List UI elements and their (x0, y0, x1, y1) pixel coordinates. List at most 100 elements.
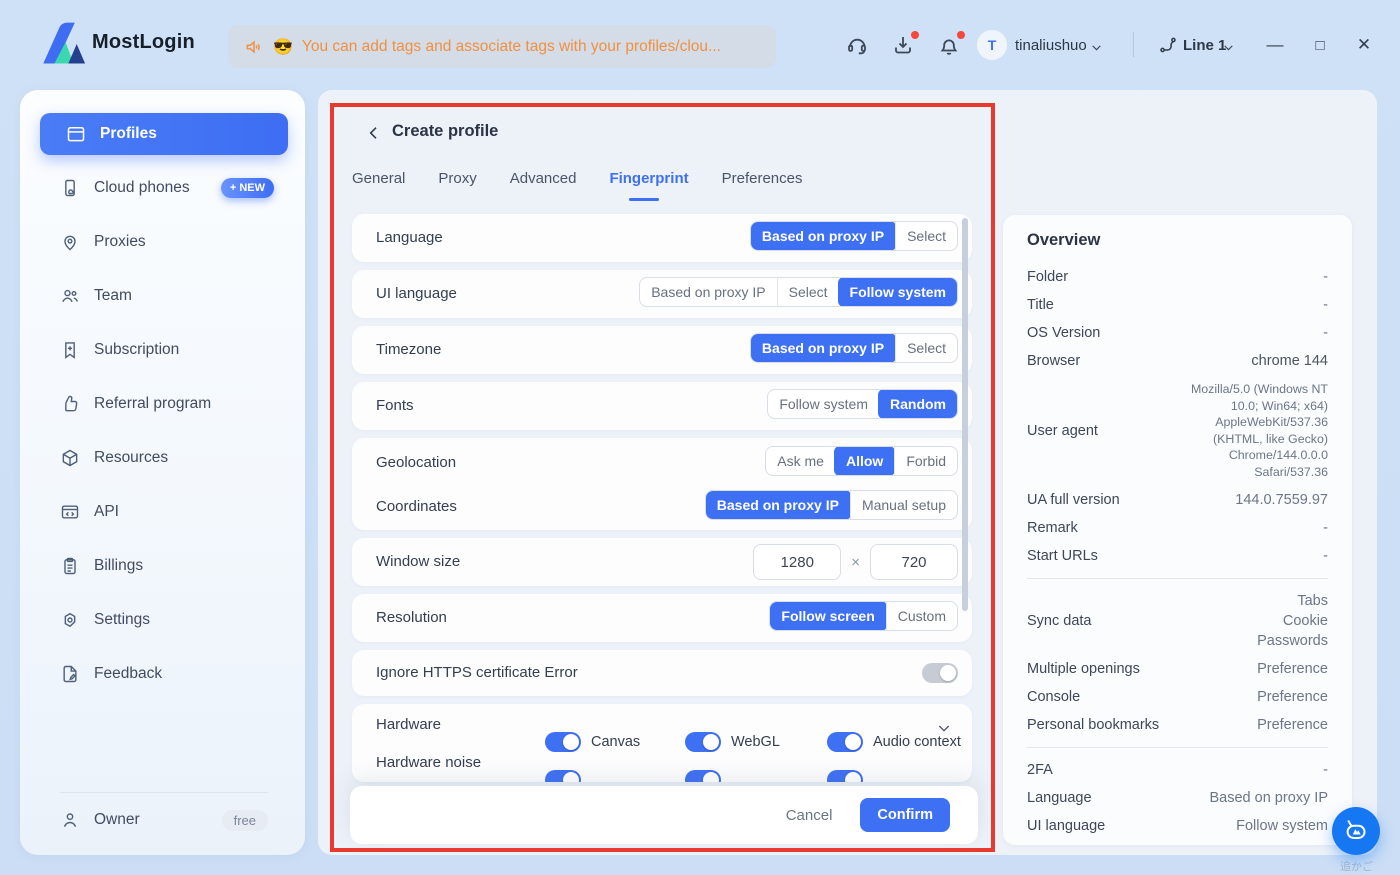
option-custom[interactable]: Custom (886, 602, 957, 630)
sidebar-item-settings[interactable]: Settings (34, 599, 291, 641)
row-geolocation: Geolocation Ask me Allow Forbid Coordina… (352, 438, 972, 530)
overview-row-folder: Folder- (1027, 263, 1328, 291)
sidebar-item-resources[interactable]: Resources (34, 437, 291, 479)
maximize-button[interactable]: □ (1307, 33, 1333, 57)
close-button[interactable]: ✕ (1351, 33, 1377, 57)
option-ask-me[interactable]: Ask me (766, 447, 835, 475)
chat-fab-button[interactable] (1332, 807, 1380, 855)
sidebar-item-subscription[interactable]: Subscription (34, 329, 291, 371)
option-select[interactable]: Select (895, 334, 957, 362)
sidebar-divider (60, 792, 268, 793)
option-random[interactable]: Random (878, 389, 958, 419)
sidebar-item-billings[interactable]: Billings (34, 545, 291, 587)
tab-fingerprint[interactable]: Fingerprint (609, 170, 688, 187)
overview-title: Overview (1027, 231, 1328, 250)
option-based-on-proxy-ip[interactable]: Based on proxy IP (705, 490, 851, 520)
field-label: Geolocation (376, 454, 456, 471)
back-chevron-icon[interactable] (366, 125, 382, 141)
sidebar-item-label: Feedback (94, 665, 162, 683)
audio-context-toggle[interactable] (827, 732, 863, 752)
sidebar-item-label: Team (94, 287, 132, 305)
sidebar-item-feedback[interactable]: Feedback (34, 653, 291, 695)
resolution-segmented-control: Follow screen Custom (769, 601, 958, 631)
sidebar-item-api[interactable]: API (34, 491, 291, 533)
row-label: User agent (1027, 423, 1098, 439)
option-follow-screen[interactable]: Follow screen (769, 601, 886, 631)
option-select[interactable]: Select (777, 278, 839, 306)
row-fonts: Fonts Follow system Random (352, 382, 972, 430)
download-notification-dot (911, 31, 919, 39)
sidebar-item-label: Cloud phones (94, 179, 190, 197)
support-headset-icon[interactable] (845, 33, 869, 57)
row-value: - (1323, 520, 1328, 536)
option-follow-system[interactable]: Follow system (838, 277, 958, 307)
minimize-button[interactable]: — (1262, 33, 1288, 57)
sidebar-item-cloud-phones[interactable]: Cloud phones + NEW (34, 167, 291, 209)
tab-proxy[interactable]: Proxy (438, 170, 476, 187)
scrollbar-thumb[interactable] (962, 218, 968, 611)
watermark: 追かご (1340, 858, 1373, 874)
webgl-toggle[interactable] (685, 732, 721, 752)
row-label: Start URLs (1027, 548, 1098, 564)
row-label: Console (1027, 689, 1080, 705)
field-label: Fonts (376, 397, 414, 414)
option-forbid[interactable]: Forbid (894, 447, 957, 475)
active-tab-underline (629, 198, 659, 201)
option-based-on-proxy-ip[interactable]: Based on proxy IP (640, 278, 776, 306)
option-follow-system[interactable]: Follow system (768, 390, 879, 418)
avatar[interactable]: T (977, 30, 1007, 60)
row-value: 144.0.7559.97 (1235, 492, 1328, 508)
api-code-icon (60, 502, 80, 522)
fonts-segmented-control: Follow system Random (767, 389, 958, 419)
sidebar-item-proxies[interactable]: Proxies (34, 221, 291, 263)
app-logo-icon (34, 18, 86, 70)
dimension-separator: × (851, 554, 860, 571)
sidebar-item-profiles[interactable]: Profiles (40, 113, 288, 155)
canvas-toggle[interactable] (545, 732, 581, 752)
sidebar-item-team[interactable]: Team (34, 275, 291, 317)
clipped-toggle[interactable] (545, 770, 581, 782)
clipped-toggle[interactable] (685, 770, 721, 782)
overview-row-os-version: OS Version- (1027, 319, 1328, 347)
option-based-on-proxy-ip[interactable]: Based on proxy IP (750, 333, 896, 363)
ignore-https-toggle[interactable] (922, 663, 958, 683)
noise-audio-context: Audio context (827, 732, 961, 752)
tab-advanced[interactable]: Advanced (510, 170, 577, 187)
option-based-on-proxy-ip[interactable]: Based on proxy IP (750, 221, 896, 251)
clipboard-icon (60, 556, 80, 576)
sidebar-item-label: Resources (94, 449, 168, 467)
overview-row-title: Title- (1027, 291, 1328, 319)
row-label: 2FA (1027, 762, 1053, 778)
row-ui-language: UI language Based on proxy IP Select Fol… (352, 270, 972, 318)
row-language: Language Based on proxy IP Select (352, 214, 972, 262)
overview-row-multiple-openings: Multiple openingsPreference (1027, 655, 1328, 683)
clipped-toggle[interactable] (827, 770, 863, 782)
sidebar-item-label: Settings (94, 611, 150, 629)
plan-badge: free (222, 810, 268, 831)
window-height-input[interactable] (870, 544, 958, 580)
row-label: Multiple openings (1027, 661, 1140, 677)
row-label: Sync data (1027, 613, 1092, 629)
tab-preferences[interactable]: Preferences (722, 170, 803, 187)
row-label: Title (1027, 297, 1054, 313)
window-size-inputs: × (753, 544, 958, 580)
cancel-button[interactable]: Cancel (786, 807, 833, 824)
sidebar-item-referral-program[interactable]: Referral program (34, 383, 291, 425)
tab-general[interactable]: General (352, 170, 405, 187)
overview-row-ua-full-version: UA full version144.0.7559.97 (1027, 486, 1328, 514)
field-label: Ignore HTTPS certificate Error (376, 664, 578, 681)
page-title: Create profile (392, 122, 498, 141)
owner-row[interactable]: Owner free (60, 799, 290, 841)
option-allow[interactable]: Allow (834, 446, 895, 476)
line-selector-chevron-down-icon[interactable] (1222, 41, 1235, 54)
user-menu-chevron-down-icon[interactable] (1090, 41, 1103, 54)
person-icon (60, 810, 80, 830)
option-select[interactable]: Select (895, 222, 957, 250)
announcement-banner[interactable]: 😎 You can add tags and associate tags wi… (228, 25, 776, 68)
option-manual-setup[interactable]: Manual setup (850, 491, 957, 519)
confirm-button[interactable]: Confirm (860, 798, 950, 832)
line-selector-label[interactable]: Line 1 (1183, 37, 1226, 54)
window-width-input[interactable] (753, 544, 841, 580)
sidebar-item-label: Referral program (94, 395, 211, 413)
timezone-segmented-control: Based on proxy IP Select (750, 333, 958, 363)
